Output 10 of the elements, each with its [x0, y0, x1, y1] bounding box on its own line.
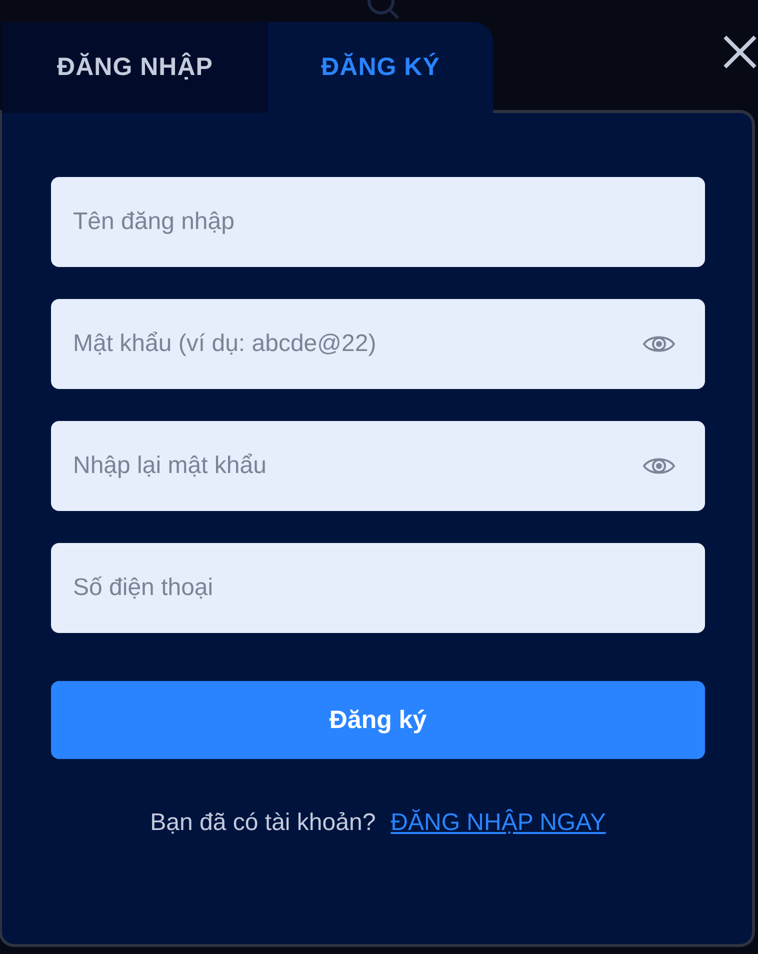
close-button[interactable] [722, 34, 758, 70]
input-field[interactable]: Mật khẩu (ví dụ: abcde@22) [51, 299, 705, 389]
tab[interactable]: ĐĂNG KÝ [268, 22, 493, 113]
input-field[interactable]: Tên đăng nhập [51, 177, 705, 267]
input-field[interactable]: Nhập lại mật khẩu [51, 421, 705, 511]
login-link[interactable]: ĐĂNG NHẬP NGAY [390, 809, 606, 837]
register-button[interactable]: Đăng ký [51, 681, 705, 759]
input-field[interactable]: Số điện thoại [51, 543, 705, 633]
tab[interactable]: ĐĂNG NHẬP [2, 22, 268, 113]
footer-text: Bạn đã có tài khoản? [150, 809, 376, 837]
